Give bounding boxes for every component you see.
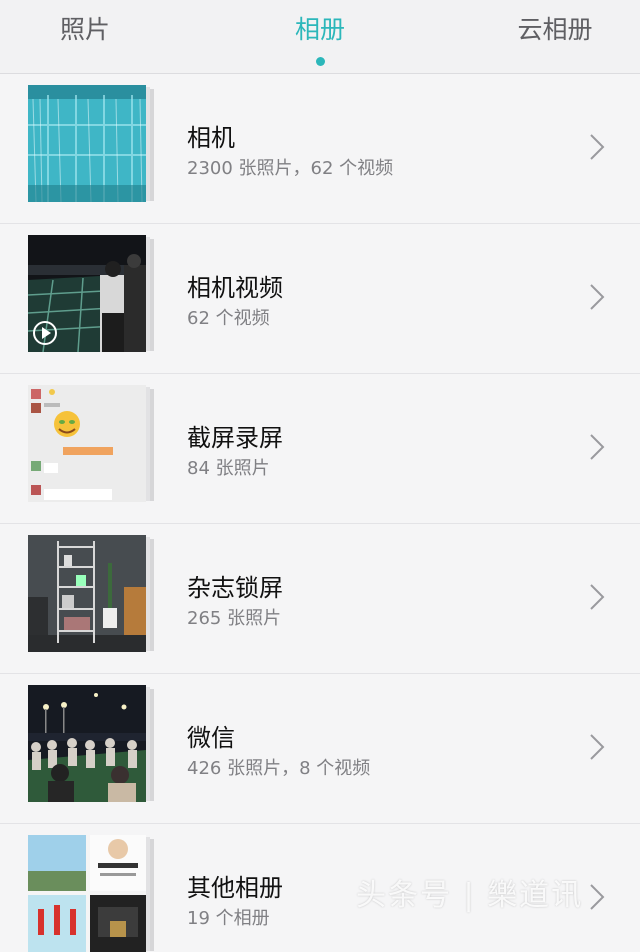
active-tab-indicator — [316, 57, 325, 66]
chevron-right-icon — [590, 584, 605, 610]
album-thumbnail-stack — [28, 835, 156, 952]
chevron-right-icon — [590, 734, 605, 760]
chevron-right-icon — [590, 434, 605, 460]
interior-shelf-photo — [28, 535, 146, 652]
album-count: 2300 张照片，62 个视频 — [187, 158, 394, 179]
album-list: 相机 2300 张照片，62 个视频 相机视频 62 个视频 截屏录屏 84 张… — [0, 74, 640, 952]
tab-albums[interactable]: 相册 — [265, 12, 375, 52]
album-title: 相机视频 — [187, 274, 283, 302]
album-title: 其他相册 — [187, 874, 283, 902]
chat-screenshot-thumbnail — [28, 385, 146, 502]
album-count: 84 张照片 — [187, 458, 270, 479]
album-row-camera[interactable]: 相机 2300 张照片，62 个视频 — [0, 74, 640, 224]
album-row-screenshots[interactable]: 截屏录屏 84 张照片 — [0, 374, 640, 524]
album-count: 265 张照片 — [187, 608, 282, 629]
album-count: 19 个相册 — [187, 908, 270, 929]
album-thumbnail-stack — [28, 235, 156, 353]
tab-cloud-albums[interactable]: 云相册 — [500, 12, 610, 52]
album-thumbnail-stack — [28, 385, 156, 503]
night-crowd-photo — [28, 685, 146, 802]
album-title: 截屏录屏 — [187, 424, 283, 452]
night-video-thumbnail — [28, 235, 146, 352]
tab-bar: 照片 相册 云相册 — [0, 0, 640, 74]
tab-photos[interactable]: 照片 — [30, 12, 140, 52]
album-thumbnail-stack — [28, 85, 156, 203]
album-count: 426 张照片，8 个视频 — [187, 758, 371, 779]
gallery-app: 照片 相册 云相册 相机 2300 张照片，62 个视频 相机视频 62 个视频… — [0, 0, 640, 952]
chevron-right-icon — [590, 884, 605, 910]
chevron-right-icon — [590, 134, 605, 160]
album-title: 杂志锁屏 — [187, 574, 283, 602]
album-thumbnail-stack — [28, 685, 156, 803]
album-title: 微信 — [187, 724, 235, 752]
album-row-magazine-lockscreen[interactable]: 杂志锁屏 265 张照片 — [0, 524, 640, 674]
collage-thumbnail — [28, 835, 146, 952]
watermark-text: 头条号 | 樂道讯 — [356, 878, 584, 913]
album-title: 相机 — [187, 124, 235, 152]
album-thumbnail-stack — [28, 535, 156, 653]
chevron-right-icon — [590, 284, 605, 310]
album-row-camera-videos[interactable]: 相机视频 62 个视频 — [0, 224, 640, 374]
album-count: 62 个视频 — [187, 308, 270, 329]
album-row-wechat[interactable]: 微信 426 张照片，8 个视频 — [0, 674, 640, 824]
window-curtain-photo — [28, 85, 146, 202]
